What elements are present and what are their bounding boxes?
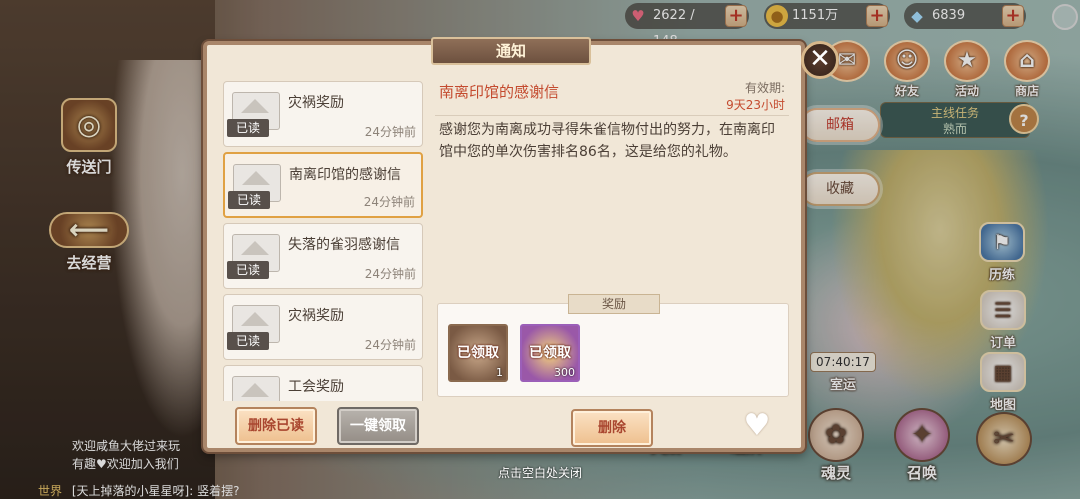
claimed-label: 已领取	[529, 345, 571, 361]
read-badge: 已读	[227, 261, 269, 279]
read-badge: 已读	[227, 119, 269, 137]
mail-list[interactable]: 已读 灾祸奖励 24分钟前 已读 南离印馆的感谢信 24分钟前 已读 失落的雀羽…	[223, 81, 431, 401]
mail-title: 灾祸奖励	[288, 308, 344, 324]
close-hint: 点击空白处关闭	[497, 466, 582, 480]
mail-item[interactable]: 已读 灾祸奖励 24分钟前	[223, 81, 423, 147]
mail-time: 24分钟前	[364, 125, 416, 139]
delete-button[interactable]: 删除	[571, 409, 653, 447]
reward-qty: 1	[496, 366, 503, 379]
reward-item-gem[interactable]: 已领取 300	[520, 324, 580, 382]
detail-body: 感谢您为南离成功寻得朱雀信物付出的努力，在南离印馆中您的单次伤害排名86名，这是…	[439, 122, 775, 160]
delete-read-button[interactable]: 删除已读	[235, 407, 317, 445]
mail-item[interactable]: 已读 灾祸奖励 24分钟前	[223, 294, 423, 360]
mail-time: 24分钟前	[363, 195, 415, 209]
expiry-label: 有效期:	[744, 81, 785, 95]
mail-item[interactable]: 工会奖励	[223, 365, 423, 401]
claimed-label: 已领取	[457, 345, 499, 361]
mail-title: 灾祸奖励	[288, 95, 344, 111]
reward-box: 奖励 已领取 1 已领取 300	[437, 294, 789, 397]
reward-qty: 300	[554, 366, 575, 379]
mail-title: 失落的雀羽感谢信	[288, 237, 400, 253]
detail-title: 南离印馆的感谢信	[439, 83, 560, 101]
read-badge: 已读	[228, 191, 270, 209]
envelope-icon	[232, 376, 280, 401]
notice-modal: 通知 ✕ 已读 灾祸奖励 24分钟前 已读 南离印馆的感谢信 24分钟前 已读 …	[203, 37, 839, 452]
divider	[435, 115, 789, 116]
close-icon: ✕	[809, 44, 831, 74]
mail-item[interactable]: 已读 失落的雀羽感谢信 24分钟前	[223, 223, 423, 289]
reward-item-chest[interactable]: 已领取 1	[448, 324, 508, 382]
expiry-value: 9天23小时	[726, 98, 785, 112]
reward-title: 奖励	[568, 294, 660, 314]
mail-title: 工会奖励	[288, 379, 344, 395]
read-badge: 已读	[227, 332, 269, 350]
claim-all-button[interactable]: 一键领取	[337, 407, 419, 445]
favorite-heart-icon[interactable]: ♥	[740, 411, 774, 441]
mail-detail: 南离印馆的感谢信 有效期: 9天23小时 感谢您为南离成功寻得朱雀信物付出的努力…	[435, 79, 789, 399]
mail-title: 南离印馆的感谢信	[289, 167, 401, 183]
modal-title: 通知	[431, 37, 591, 65]
mail-item-selected[interactable]: 已读 南离印馆的感谢信 24分钟前	[223, 152, 423, 218]
close-button[interactable]: ✕	[801, 41, 839, 79]
mail-time: 24分钟前	[364, 338, 416, 352]
mail-time: 24分钟前	[364, 267, 416, 281]
